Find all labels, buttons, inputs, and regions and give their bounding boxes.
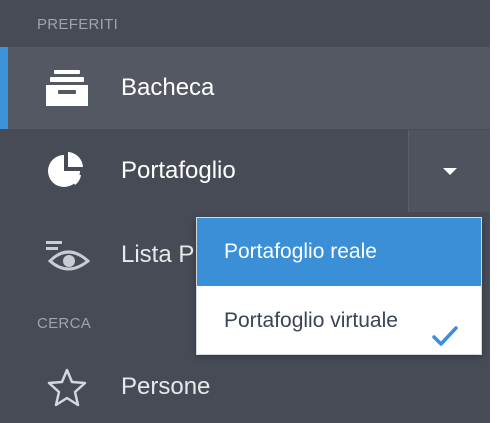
active-indicator [0,47,8,129]
dropdown-option-real-portfolio[interactable]: Portafoglio reale [197,218,481,286]
dropdown-option-virtual-portfolio[interactable]: Portafoglio virtuale [197,287,481,355]
section-header-search: CERCA [37,315,92,332]
sidebar-item-people[interactable]: Persone [0,346,490,423]
pie-chart-icon [44,151,90,191]
caret-down-icon [442,168,457,175]
sidebar-item-label: Lista P [121,241,195,268]
portfolio-dropdown-menu: Portafoglio reale Portafoglio virtuale [196,217,482,355]
sidebar: PREFERITI Bacheca Portafoglio Lista P CE… [0,0,490,423]
sidebar-item-dashboard[interactable]: Bacheca [0,47,490,129]
eye-icon [44,235,91,275]
dropdown-option-label: Portafoglio virtuale [224,309,398,332]
sidebar-item-label: Bacheca [121,74,215,101]
checkmark-icon [431,308,459,346]
sidebar-item-label: Persone [121,373,211,400]
section-header-favorites: PREFERITI [37,16,119,33]
sidebar-item-label: Portafoglio [121,157,236,184]
inbox-tray-icon [44,68,90,108]
star-icon [44,367,90,407]
portfolio-dropdown-toggle[interactable] [408,130,490,212]
